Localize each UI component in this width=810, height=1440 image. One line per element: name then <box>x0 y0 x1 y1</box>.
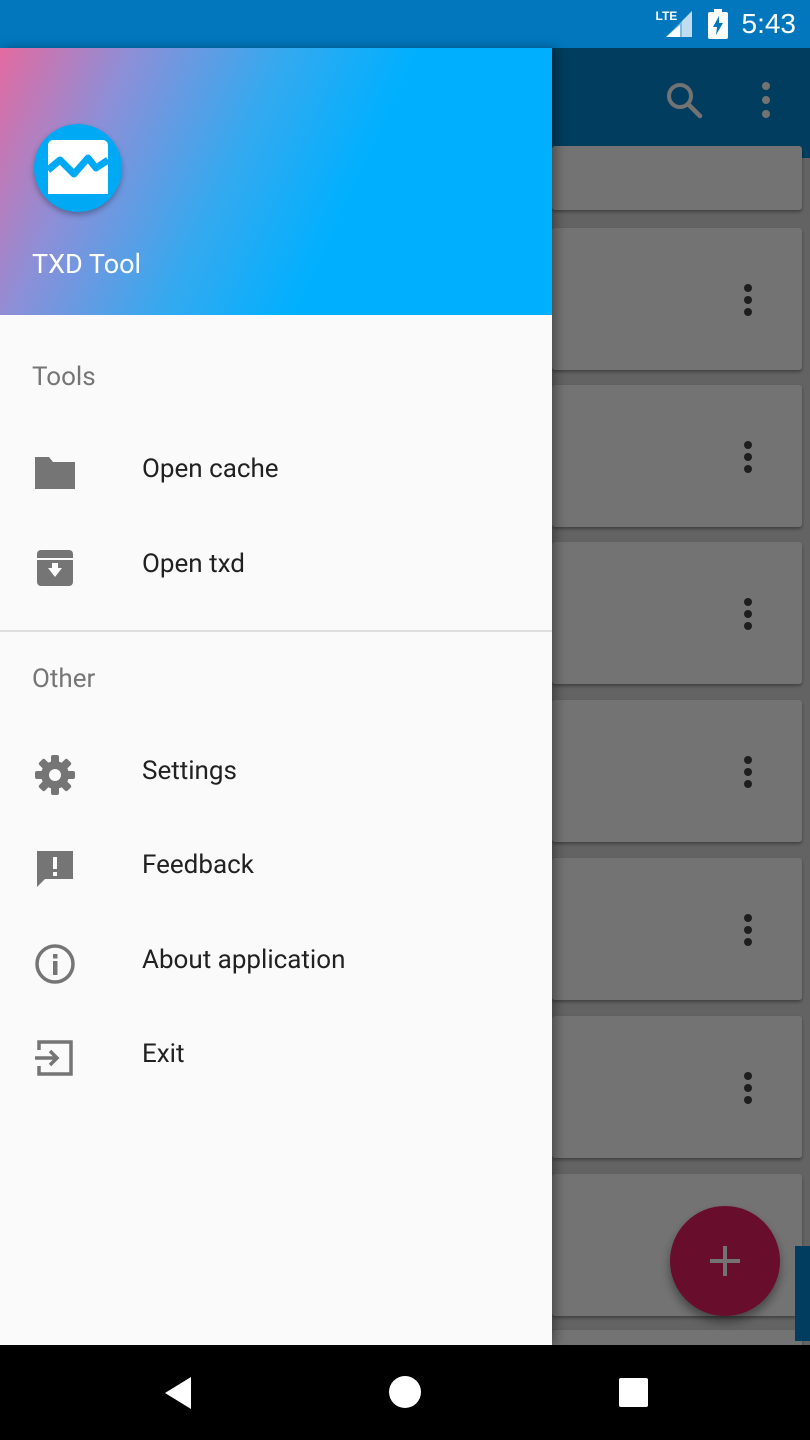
section-divider <box>0 630 552 632</box>
back-button[interactable] <box>133 1345 223 1440</box>
navigation-drawer: TXD Tool Tools Open cache Open txd Other <box>0 48 552 1345</box>
menu-item-label: Open cache <box>142 454 279 484</box>
menu-item-label: Exit <box>142 1039 185 1069</box>
lte-signal-icon: LTE <box>656 9 694 39</box>
system-navigation-bar <box>0 1345 810 1440</box>
battery-charging-icon <box>707 9 728 39</box>
gear-icon <box>35 755 75 795</box>
menu-item-exit[interactable]: Exit <box>0 1013 552 1103</box>
status-time: 5:43 <box>741 8 797 39</box>
archive-icon <box>37 550 73 586</box>
app-title: TXD Tool <box>32 248 142 280</box>
home-button[interactable] <box>360 1345 450 1440</box>
section-label-other: Other <box>32 664 96 694</box>
menu-item-feedback[interactable]: Feedback <box>0 824 552 914</box>
menu-item-open-cache[interactable]: Open cache <box>0 428 552 518</box>
back-icon <box>165 1377 191 1409</box>
folder-icon <box>35 457 75 489</box>
menu-item-label: Settings <box>142 756 237 786</box>
menu-item-about-application[interactable]: About application <box>0 919 552 1009</box>
home-icon <box>389 1376 421 1408</box>
menu-item-settings[interactable]: Settings <box>0 730 552 820</box>
recents-button[interactable] <box>588 1345 678 1440</box>
info-icon <box>35 944 75 984</box>
menu-item-label: Open txd <box>142 549 245 579</box>
exit-icon <box>35 1040 73 1076</box>
feedback-icon <box>37 851 73 887</box>
menu-item-open-txd[interactable]: Open txd <box>0 523 552 613</box>
recents-icon <box>619 1378 648 1407</box>
section-label-tools: Tools <box>32 362 96 392</box>
menu-item-label: Feedback <box>142 850 254 880</box>
menu-item-label: About application <box>142 945 346 975</box>
app-logo <box>34 124 122 212</box>
drawer-header: TXD Tool <box>0 48 552 315</box>
status-bar: LTE 5:43 <box>0 0 810 48</box>
